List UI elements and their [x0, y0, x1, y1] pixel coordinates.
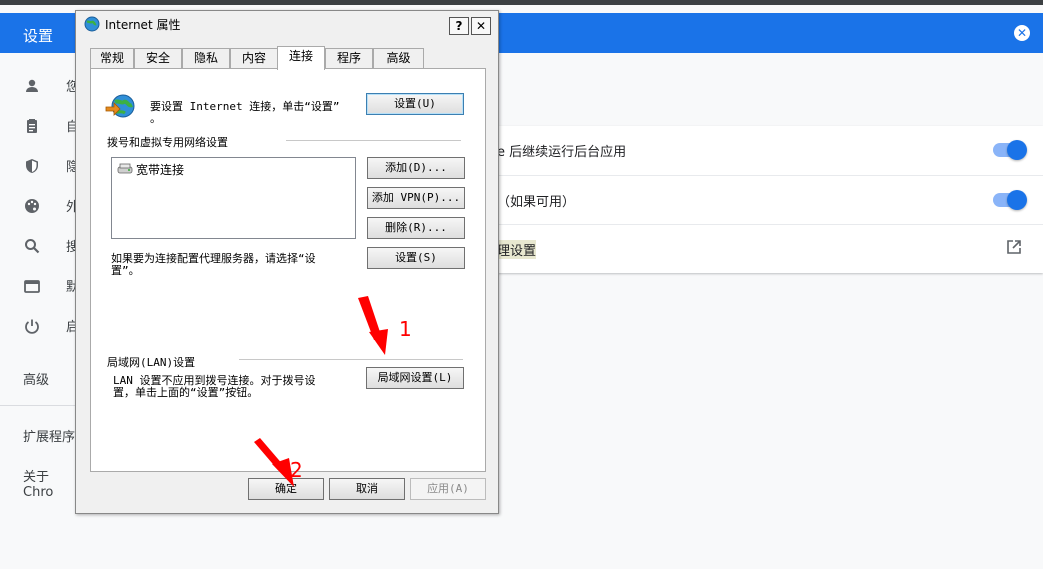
tab-programs[interactable]: 程序	[325, 48, 373, 69]
dialup-group-label: 拨号和虚拟专用网络设置	[107, 136, 228, 149]
hardware-acceleration-row[interactable]: （如果可用）	[497, 175, 1043, 224]
tab-security[interactable]: 安全	[134, 48, 182, 69]
toggle-knob	[1007, 190, 1027, 210]
palette-icon[interactable]	[22, 198, 42, 218]
internet-properties-dialog: Internet 属性 ? ✕ 常规 安全 隐私 内容 连接 程序 高级 要设置…	[75, 10, 499, 514]
hardware-acceleration-label: （如果可用）	[497, 195, 576, 210]
proxy-settings-row[interactable]: 理设置	[497, 224, 1043, 273]
person-icon[interactable]	[22, 78, 42, 98]
setup-description-cont: 。	[150, 112, 161, 125]
sidebar-item-about[interactable]: 关于 Chro	[23, 466, 76, 500]
network-setup-icon	[105, 93, 135, 123]
help-button[interactable]: ?	[449, 17, 469, 35]
dialog-title: Internet 属性	[105, 18, 181, 32]
lan-description-cont: 置，单击上面的“设置”按钮。	[113, 386, 259, 399]
apply-button[interactable]: 应用(A)	[410, 478, 486, 500]
power-icon[interactable]	[22, 318, 42, 338]
dialog-tabs: 常规 安全 隐私 内容 连接 程序 高级	[90, 46, 490, 70]
sidebar-item-extensions[interactable]: 扩展程序	[23, 426, 75, 445]
tab-connections[interactable]: 连接	[277, 46, 325, 70]
annotation-marker-2: 2	[290, 458, 303, 482]
tab-advanced[interactable]: 高级	[373, 48, 424, 69]
tab-privacy[interactable]: 隐私	[182, 48, 230, 69]
list-item-broadband[interactable]: 宽带连接	[136, 161, 184, 178]
background-apps-label: e 后继续运行后台应用	[497, 145, 627, 160]
setup-button[interactable]: 设置(U)	[366, 93, 464, 115]
ok-button[interactable]: 确定	[248, 478, 324, 500]
setup-description: 要设置 Internet 连接，单击“设置”	[150, 100, 340, 113]
page-title: 设置	[23, 27, 54, 45]
close-icon[interactable]: ✕	[1014, 25, 1030, 41]
toggle-knob	[1007, 140, 1027, 160]
background-apps-toggle[interactable]	[993, 140, 1027, 160]
proxy-description: 如果要为连接配置代理服务器，请选择“设	[111, 252, 316, 265]
browser-icon[interactable]	[22, 278, 42, 298]
add-vpn-button[interactable]: 添加 VPN(P)...	[367, 187, 465, 209]
lan-settings-button[interactable]: 局域网设置(L)	[366, 367, 464, 389]
proxy-description-cont: 置”。	[111, 264, 140, 277]
connection-settings-button[interactable]: 设置(S)	[367, 247, 465, 269]
lan-group-divider	[239, 359, 463, 360]
sidebar-item-advanced[interactable]: 高级	[23, 369, 49, 388]
tab-general[interactable]: 常规	[90, 48, 134, 69]
add-connection-button[interactable]: 添加(D)...	[367, 157, 465, 179]
dialog-titlebar[interactable]: Internet 属性 ? ✕	[76, 11, 498, 35]
tab-content[interactable]: 内容	[230, 48, 278, 69]
connections-panel: 要设置 Internet 连接，单击“设置” 。 设置(U) 拨号和虚拟专用网络…	[90, 68, 486, 472]
background-apps-row[interactable]: e 后继续运行后台应用	[497, 126, 1043, 175]
sidebar-divider	[0, 405, 76, 406]
system-settings-card: e 后继续运行后台应用 （如果可用） 理设置	[497, 126, 1043, 273]
clipboard-icon[interactable]	[22, 118, 42, 138]
hardware-acceleration-toggle[interactable]	[993, 190, 1027, 210]
proxy-settings-label: 理设置	[497, 240, 537, 259]
connections-list[interactable]: 宽带连接	[111, 157, 356, 239]
internet-globe-icon	[84, 16, 100, 32]
annotation-marker-1: 1	[399, 317, 412, 341]
search-icon[interactable]	[22, 238, 42, 258]
open-external-icon[interactable]	[1006, 239, 1024, 257]
dialup-group-divider	[286, 140, 461, 141]
shield-icon[interactable]	[22, 158, 42, 178]
settings-sidebar: 您 自 隐 外 搜 默 启 高级 扩展程序 关于 Chro	[0, 53, 76, 569]
lan-group-label: 局域网(LAN)设置	[107, 356, 196, 369]
broadband-connection-icon	[117, 161, 133, 175]
dialog-close-button[interactable]: ✕	[471, 17, 491, 35]
remove-button[interactable]: 删除(R)...	[367, 217, 465, 239]
cancel-button[interactable]: 取消	[329, 478, 405, 500]
